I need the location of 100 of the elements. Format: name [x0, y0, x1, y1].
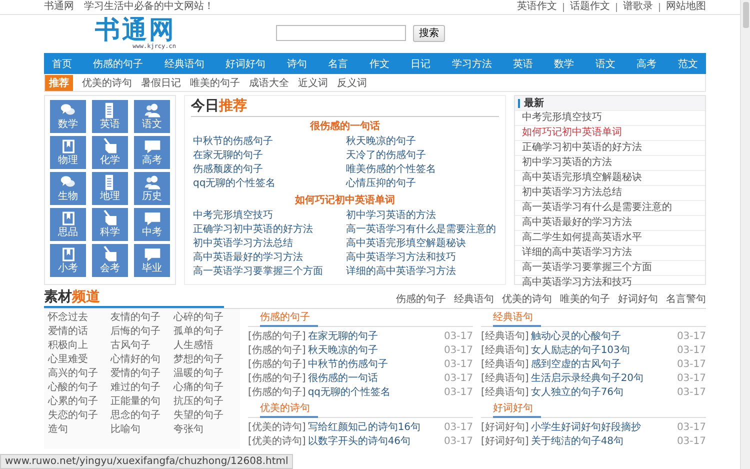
channel-tab[interactable]: 名言警句: [666, 292, 706, 306]
tag-link[interactable]: 抗压的句子: [173, 395, 236, 409]
latest-link[interactable]: 如何巧记初中英语单词: [515, 125, 705, 140]
latest-link[interactable]: 高一英语学习有什么是需要注意的: [515, 200, 705, 215]
tag-link[interactable]: 友情的句子: [110, 311, 174, 325]
article-link[interactable]: 高一英语学习有什么是需要注意的: [346, 223, 499, 237]
tag-link[interactable]: 爱情的句子: [110, 367, 174, 381]
tag-link[interactable]: 温暖的句子: [173, 367, 236, 381]
nav-link[interactable]: 范文: [678, 56, 698, 70]
article-link[interactable]: 初中英语学习方法总结: [193, 237, 346, 251]
latest-link[interactable]: 正确学习初中英语的好方法: [515, 140, 705, 155]
item-link[interactable]: 生活启示录经典句子20句: [530, 372, 673, 386]
article-link[interactable]: 高中英语最好的学习方法: [193, 251, 346, 265]
top-link[interactable]: 话题作文: [570, 0, 610, 14]
nav-link[interactable]: 首页: [52, 56, 72, 70]
article-link[interactable]: 在家无聊的句子: [193, 149, 346, 163]
recommend-link[interactable]: 反义词: [337, 76, 367, 90]
item-link[interactable]: 感到空虚的古风句子: [530, 358, 673, 372]
nav-link[interactable]: 作文: [369, 56, 390, 70]
recommend-link[interactable]: 优美的诗句: [82, 76, 132, 90]
nav-link[interactable]: 诗句: [286, 56, 307, 70]
subject-tile[interactable]: 高考: [134, 136, 170, 169]
latest-link[interactable]: 初中英语学习方法总结: [515, 185, 705, 200]
subject-tile[interactable]: 物理: [50, 136, 86, 169]
nav-link[interactable]: 日记: [410, 56, 431, 70]
item-link[interactable]: 秋天晚凉的句子: [308, 344, 440, 358]
tag-link[interactable]: 心情好的句: [110, 353, 174, 367]
search-field[interactable]: [276, 25, 406, 41]
latest-link[interactable]: 高中英语最好的学习方法: [515, 215, 705, 230]
tag-link[interactable]: 心痛的句子: [173, 381, 236, 395]
item-link[interactable]: 在家无聊的句子: [308, 330, 440, 344]
recommend-link[interactable]: 近义词: [298, 76, 328, 90]
top-link[interactable]: 谱歌录: [623, 0, 653, 14]
subject-tile[interactable]: 会考: [92, 244, 128, 277]
tag-link[interactable]: 古风句子: [110, 339, 174, 353]
tag-link[interactable]: 梦想的句子: [173, 353, 236, 367]
tag-link[interactable]: 孤单的句子: [173, 325, 236, 339]
subject-tile[interactable]: 历史: [134, 172, 170, 205]
tag-link[interactable]: 爱情的话: [48, 325, 111, 339]
tag-link[interactable]: 正能量的句: [110, 395, 174, 409]
channel-tab[interactable]: 伤感的句子: [396, 292, 446, 306]
article-link[interactable]: 天冷了的伤感句子: [346, 149, 499, 163]
subject-tile[interactable]: 语文: [134, 100, 170, 133]
scroll-thumb[interactable]: [742, 2, 748, 28]
top-link[interactable]: 英语作文: [517, 0, 557, 14]
nav-link[interactable]: 高考: [636, 56, 657, 70]
recommend-link[interactable]: 成语大全: [249, 76, 289, 90]
article-link[interactable]: 秋天晚凉的句子: [346, 135, 499, 149]
latest-link[interactable]: 详细的高中英语学习方法: [515, 245, 705, 260]
nav-link[interactable]: 学习方法: [452, 56, 492, 70]
nav-link[interactable]: 经典语句: [164, 56, 204, 70]
item-link[interactable]: 小学生好词好句好段摘抄: [530, 421, 673, 435]
tag-link[interactable]: 高兴的句子: [48, 367, 111, 381]
scrollbar[interactable]: [740, 0, 750, 469]
article-link[interactable]: qq无聊的个性签名: [193, 177, 346, 191]
article-link[interactable]: 伤感颓废的句子: [193, 163, 346, 177]
article-link[interactable]: 正确学习初中英语的好方法: [193, 223, 346, 237]
subject-tile[interactable]: 英语: [92, 100, 128, 133]
item-link[interactable]: qq无聊的个性签名: [308, 386, 440, 400]
group-heading[interactable]: 很伤感的一句话: [191, 119, 499, 135]
nav-link[interactable]: 伤感的句子: [93, 56, 144, 70]
subject-tile[interactable]: 生物: [50, 172, 86, 205]
item-link[interactable]: 以数字开头的诗句46句: [308, 435, 440, 449]
tag-link[interactable]: 比喻句: [110, 423, 174, 437]
channel-tab[interactable]: 经典语句: [454, 292, 494, 306]
subject-tile[interactable]: 思品: [50, 208, 86, 241]
item-link[interactable]: 很伤感的一句话: [308, 372, 440, 386]
subject-tile[interactable]: 中考: [134, 208, 170, 241]
tag-link[interactable]: 怀念过去: [48, 311, 111, 325]
article-link[interactable]: 唯美伤感的个性签名: [346, 163, 499, 177]
tag-link[interactable]: 夸张句: [173, 423, 236, 437]
latest-link[interactable]: 高二学生如何提高英语水平: [515, 230, 705, 245]
search-button[interactable]: 搜索: [413, 24, 445, 42]
tag-link[interactable]: 后悔的句子: [110, 325, 174, 339]
block-heading[interactable]: 伤感的句子: [260, 311, 318, 327]
subject-tile[interactable]: 地理: [92, 172, 128, 205]
top-link[interactable]: 网站地图: [666, 0, 706, 14]
item-link[interactable]: 中秋节的伤感句子: [308, 358, 440, 372]
channel-tab[interactable]: 优美的诗句: [502, 292, 552, 306]
item-link[interactable]: 女人励志的句子103句: [530, 344, 673, 358]
tag-link[interactable]: 人生感悟: [173, 339, 236, 353]
nav-link[interactable]: 数学: [554, 56, 574, 70]
tag-link[interactable]: 难过的句子: [110, 381, 174, 395]
latest-link[interactable]: 高中英语学习方法和技巧: [515, 275, 705, 290]
subject-tile[interactable]: 化学: [92, 136, 128, 169]
recommend-link[interactable]: 唯美的句子: [190, 76, 240, 90]
tag-link[interactable]: 心累的句子: [48, 395, 111, 409]
subject-tile[interactable]: 科学: [92, 208, 128, 241]
item-link[interactable]: 关于纯洁的句子48句: [530, 435, 673, 449]
latest-link[interactable]: 中考完形填空技巧: [515, 110, 705, 125]
block-heading[interactable]: 好词好句: [493, 402, 541, 418]
subject-tile[interactable]: 数学: [50, 100, 86, 133]
tag-link[interactable]: 思念的句子: [110, 409, 174, 423]
item-link[interactable]: 写给红颜知己的诗句16句: [308, 421, 440, 435]
article-link[interactable]: 高一英语学习要掌握三个方面: [193, 265, 346, 279]
latest-link[interactable]: 初中学习英语的方法: [515, 155, 705, 170]
article-link[interactable]: 初中学习英语的方法: [346, 209, 499, 223]
nav-link[interactable]: 名言: [328, 56, 348, 70]
channel-tab[interactable]: 唯美的句子: [560, 292, 610, 306]
tag-link[interactable]: 心里难受: [48, 353, 111, 367]
